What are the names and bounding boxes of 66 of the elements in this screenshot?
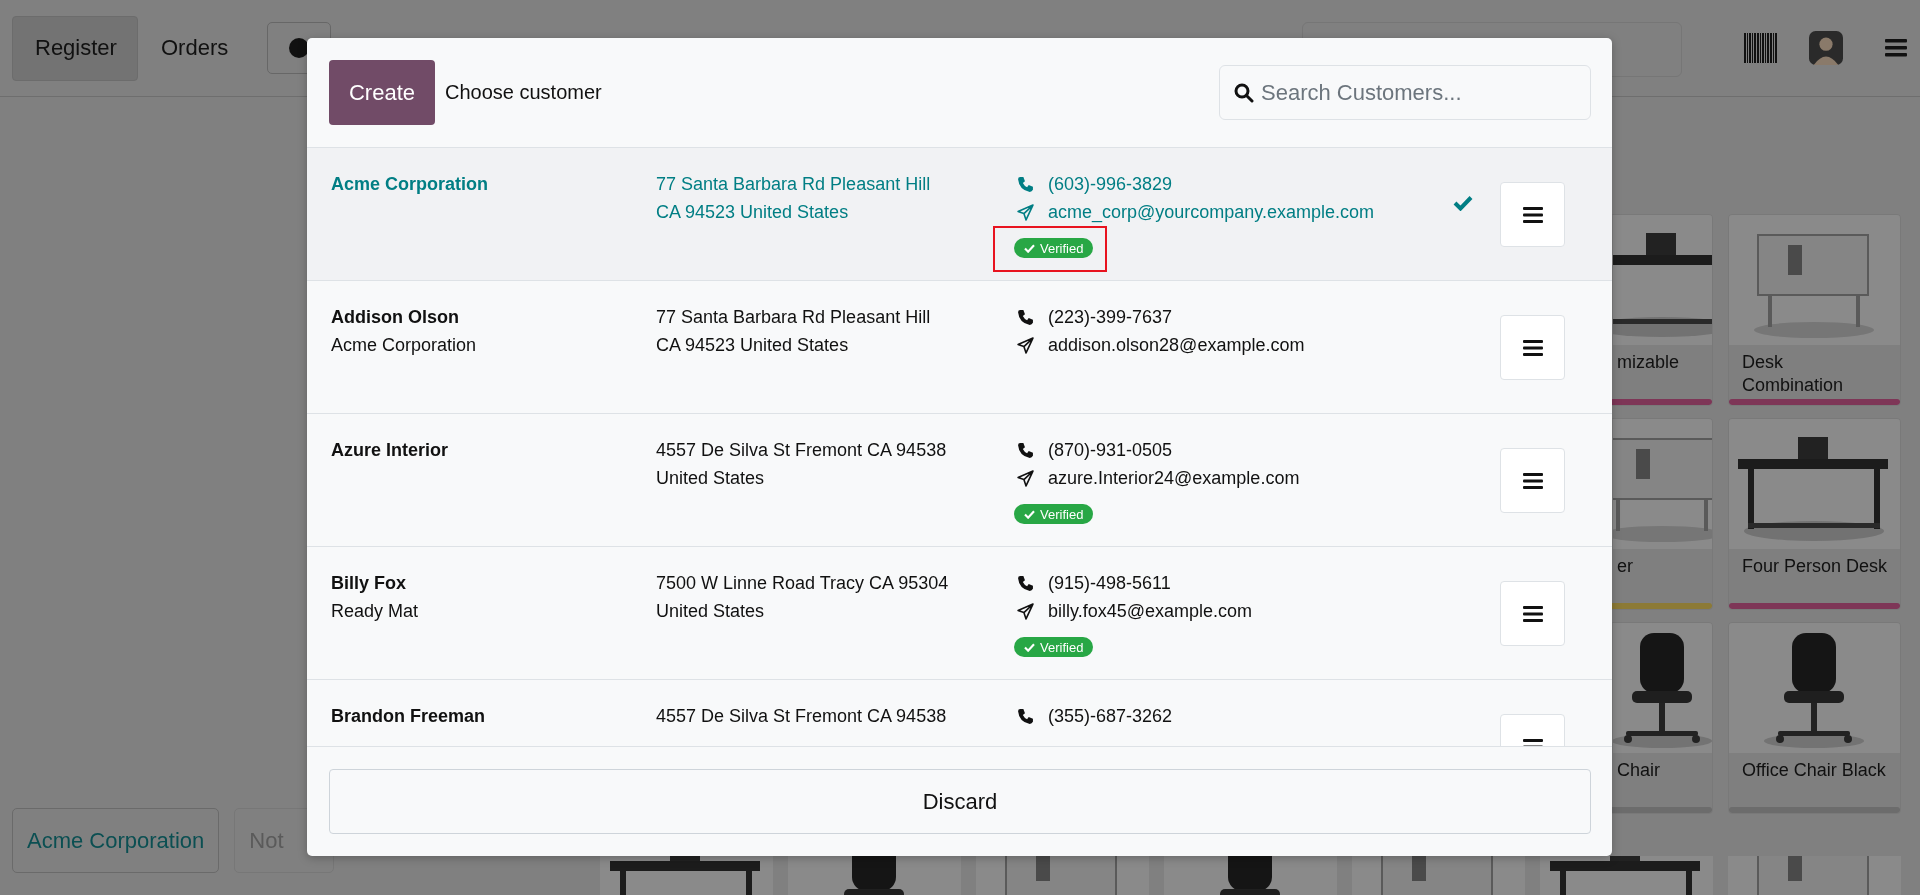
product-card[interactable]: Four Person Desk — [1728, 418, 1901, 610]
discard-button[interactable]: Discard — [329, 769, 1591, 834]
customer-address: 4557 De Silva St Fremont CA 94538 United States — [656, 439, 948, 490]
menu-icon[interactable] — [1885, 39, 1907, 57]
menu-button[interactable] — [1500, 581, 1565, 646]
email-address: billy.fox45@example.com — [1048, 600, 1253, 623]
phone-number: (603)-996-3829 — [1048, 173, 1173, 196]
check-icon — [1453, 195, 1473, 211]
menu-button[interactable] — [1500, 448, 1565, 513]
customer-row[interactable]: Addison Olson Acme Corporation 77 Santa Barbara Rd Pleasant Hill CA 94523 United States (223)-399-7637 addison.olson28@example.com — [307, 281, 1612, 414]
phone-icon — [1017, 441, 1034, 459]
customer-name: Brandon Freeman — [331, 705, 487, 728]
paper-plane-icon — [1017, 602, 1034, 620]
barcode-icon[interactable] — [1744, 33, 1778, 63]
product-name: Four Person Desk — [1741, 555, 1889, 578]
menu-button[interactable] — [1500, 182, 1565, 247]
customer-address: 77 Santa Barbara Rd Pleasant Hill CA 94523 United States — [656, 306, 932, 357]
company-name: Ready Mat — [331, 600, 420, 623]
nav-tab[interactable]: Register — [12, 15, 138, 81]
search-field[interactable]: Search Customers... — [1219, 65, 1591, 120]
product-card[interactable]: Office Chair Black — [1728, 622, 1901, 814]
verified-badge: Verified — [1014, 504, 1094, 524]
customer-name: Acme Corporation — [331, 173, 490, 196]
customer-name: Azure Interior — [331, 439, 450, 462]
product-name: er — [1616, 555, 1634, 578]
email-address: azure.Interior24@example.com — [1048, 467, 1300, 490]
phone-number: (223)-399-7637 — [1048, 306, 1173, 329]
phone-number: (915)-498-5611 — [1048, 572, 1171, 595]
product-name: mizable — [1616, 351, 1681, 374]
customer-name: Billy Fox — [331, 572, 407, 595]
phone-icon — [1017, 707, 1034, 725]
phone-number: (870)-931-0505 — [1048, 439, 1173, 462]
paper-plane-icon — [1017, 336, 1034, 354]
search-icon — [1234, 83, 1254, 103]
menu-icon — [1522, 339, 1543, 356]
menu-button[interactable] — [1500, 315, 1565, 380]
menu-icon — [1522, 605, 1543, 622]
phone-number: (355)-687-3262 — [1048, 705, 1173, 728]
paper-plane-icon — [1017, 469, 1034, 487]
customer-name: Addison Olson — [331, 306, 460, 329]
email-address: addison.olson28@example.com — [1048, 334, 1305, 357]
product-name: Chair — [1616, 759, 1661, 782]
customer-address: 7500 W Linne Road Tracy CA 95304 United States — [656, 572, 950, 623]
customer-address: 4557 De Silva St Fremont CA 94538 — [656, 705, 948, 728]
verified-badge: Verified — [1014, 637, 1094, 657]
menu-icon — [1522, 206, 1543, 223]
phone-icon — [1017, 175, 1034, 193]
company-name: Acme Corporation — [331, 334, 478, 357]
customer-row[interactable]: Billy Fox Ready Mat 7500 W Linne Road Tracy CA 95304 United States (915)-498-5611 billy.fox45@example.com Verified — [307, 547, 1612, 680]
verified-badge: Verified — [1014, 238, 1094, 258]
nav-tab[interactable]: Orders — [138, 15, 252, 81]
product-name: Office Chair Black — [1741, 759, 1887, 782]
phone-icon — [1017, 308, 1034, 326]
dialog-title: Choose customer — [445, 81, 602, 104]
email-address: acme_corp@yourcompany.example.com — [1048, 201, 1375, 225]
product-name: Desk Combination — [1741, 351, 1845, 397]
customer-row[interactable]: Azure Interior 4557 De Silva St Fremont CA 94538 United States (870)-931-0505 azure.Interior24@example.com Verified — [307, 414, 1612, 547]
product-card[interactable]: Desk Combination — [1728, 214, 1901, 406]
phone-icon — [1017, 574, 1034, 592]
circle-icon — [289, 38, 310, 58]
customer-row[interactable]: Acme Corporation 77 Santa Barbara Rd Pleasant Hill CA 94523 United States (603)-996-3829 acme_corp@yourcompany.example.com Verified — [307, 148, 1612, 281]
create-button[interactable]: Create — [329, 60, 435, 125]
customer-address: 77 Santa Barbara Rd Pleasant Hill CA 94523 United States — [656, 173, 932, 224]
menu-icon — [1522, 472, 1543, 489]
avatar-icon[interactable] — [1809, 31, 1843, 65]
paper-plane-icon — [1017, 203, 1034, 221]
